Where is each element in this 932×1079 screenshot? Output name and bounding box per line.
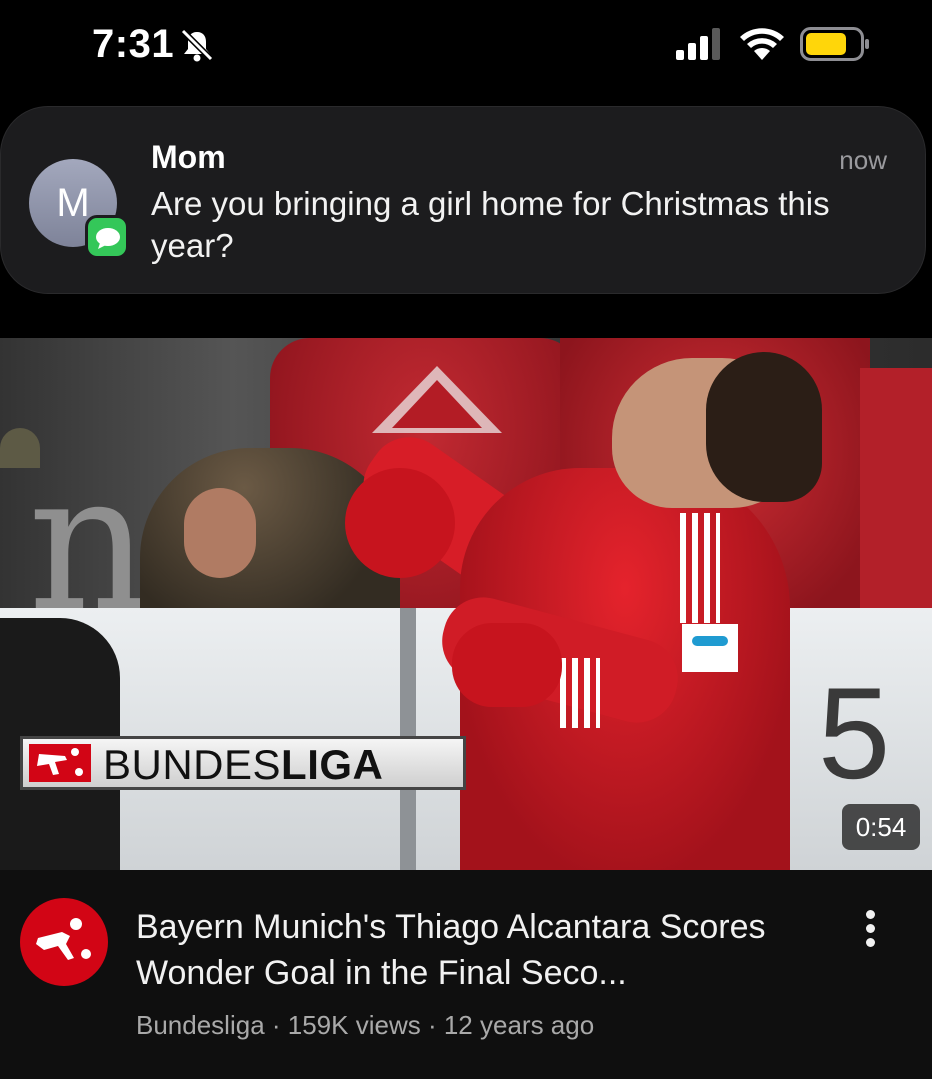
battery-icon — [800, 27, 869, 61]
bell-slash-icon — [180, 28, 214, 62]
more-vertical-icon[interactable] — [852, 906, 888, 952]
notification-sender: Mom — [151, 139, 226, 175]
notification-message: Are you bringing a girl home for Christm… — [151, 185, 830, 264]
player-glove-lower — [452, 623, 562, 707]
watermark-text: BUNDESLIGA — [103, 743, 383, 787]
jersey-stripes — [680, 513, 720, 623]
board-number-graphic: 5 — [818, 660, 891, 806]
spectator-red-3 — [860, 368, 932, 638]
meta-separator: · — [420, 1010, 444, 1040]
jersey-sponsor-patch — [682, 624, 738, 672]
spectator-cap — [0, 428, 40, 468]
bundesliga-logo-icon — [36, 918, 91, 960]
bundesliga-logo-icon — [29, 744, 91, 782]
video-info-row: Bayern Munich's Thiago Alcantara Scores … — [0, 870, 932, 1079]
upload-age: 12 years ago — [443, 1010, 595, 1040]
player-glove-upper — [345, 468, 455, 578]
channel-avatar[interactable] — [20, 898, 108, 986]
watermark-text-bold: LIGA — [281, 741, 384, 788]
notification-time: now — [839, 145, 887, 175]
video-duration-badge: 0:54 — [842, 804, 920, 850]
message-notification[interactable]: M Mom now Are you bringing a girl home f… — [0, 106, 926, 294]
channel-name[interactable]: Bundesliga — [136, 1010, 265, 1040]
spectator-face — [184, 488, 256, 578]
watermark-text-light: BUNDES — [103, 741, 282, 788]
jacket-logo-graphic — [372, 366, 502, 433]
wifi-icon — [740, 28, 784, 60]
cellular-signal-icon — [676, 28, 720, 60]
sleeve-stripes — [560, 658, 600, 728]
player-hair — [706, 352, 822, 502]
messages-icon — [85, 215, 129, 259]
bundesliga-watermark: BUNDESLIGA — [20, 736, 466, 790]
meta-separator: · — [264, 1010, 288, 1040]
view-count: 159K views — [287, 1010, 421, 1040]
clock-time: 7:31 — [92, 22, 175, 66]
status-bar: 7:31 — [0, 0, 932, 90]
video-thumbnail[interactable]: n 5 BUNDESLIGA 0:54 — [0, 338, 932, 870]
video-title[interactable]: Bayern Munich's Thiago Alcantara Scores … — [136, 904, 836, 996]
video-metadata: Bundesliga · 159K views · 12 years ago — [136, 1010, 594, 1041]
